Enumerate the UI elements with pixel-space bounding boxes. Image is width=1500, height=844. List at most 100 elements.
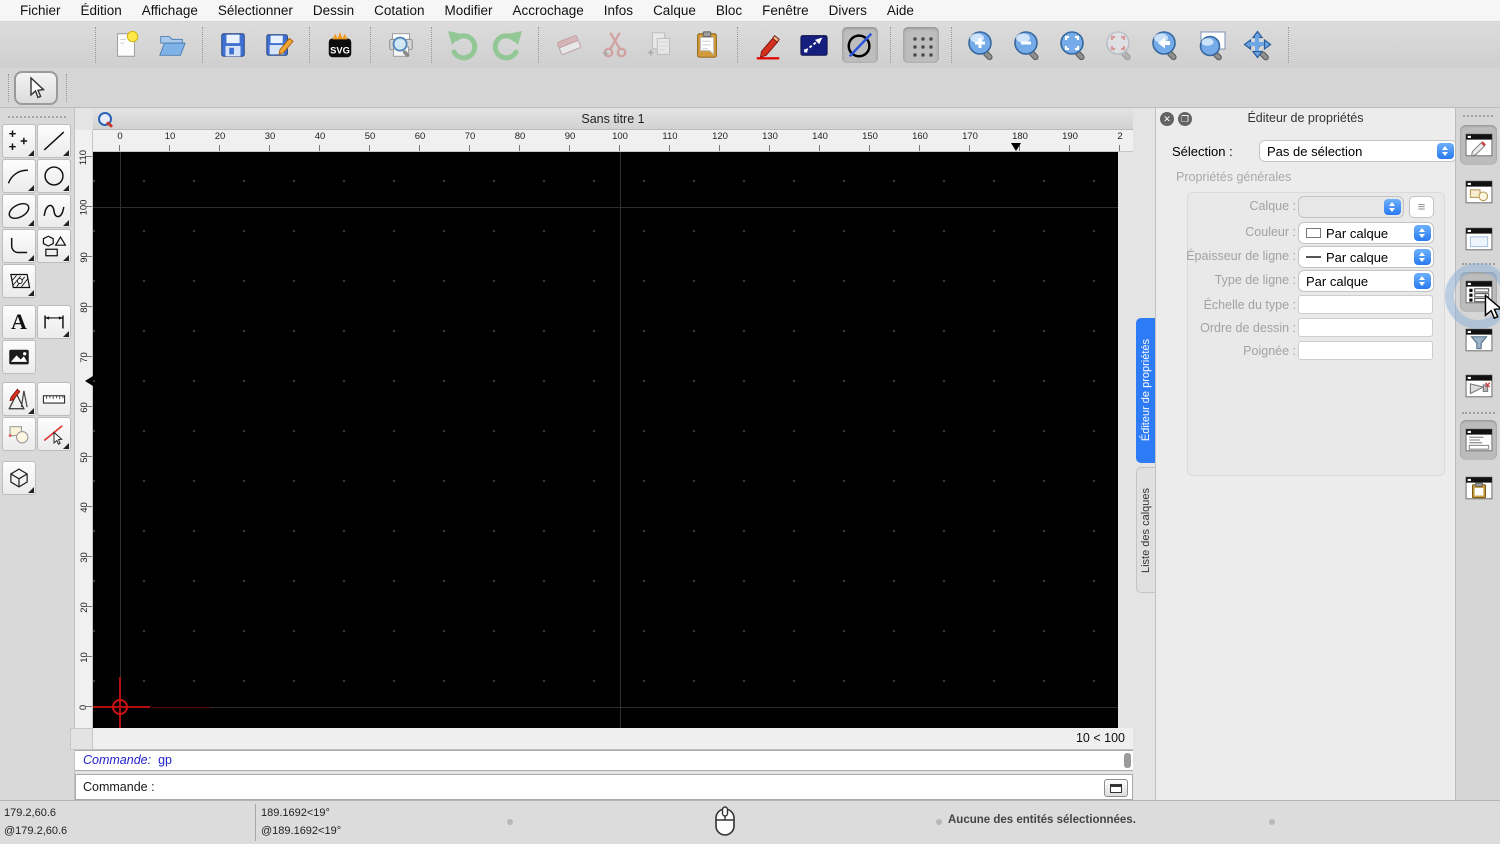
property-editor-panel-button[interactable] [1460, 125, 1497, 165]
command-input[interactable] [158, 777, 1132, 797]
menu-item[interactable]: Modifier [434, 0, 502, 22]
handle-input[interactable] [1298, 341, 1433, 360]
toolbar-separator [309, 27, 310, 63]
menu-item[interactable]: Sélectionner [208, 0, 303, 22]
tab-layer-list[interactable]: Liste des calques [1136, 467, 1155, 593]
arc-tools-button[interactable] [2, 159, 36, 193]
menu-item[interactable]: Calque [643, 0, 706, 22]
print-preview-button[interactable] [383, 27, 419, 63]
undo-button[interactable] [444, 27, 480, 63]
statusbar-separator [255, 804, 256, 841]
modify-tools-button[interactable] [37, 417, 71, 451]
line-tool-button[interactable] [796, 27, 832, 63]
paste-button[interactable] [689, 27, 725, 63]
zoom-window-button[interactable] [1194, 27, 1230, 63]
strip-separator [1462, 412, 1495, 414]
handle-row: Poignée : [1156, 341, 1456, 363]
svg-text:SVG: SVG [330, 45, 350, 55]
viewport-panel-button[interactable] [1460, 366, 1497, 406]
typescale-input[interactable] [1298, 295, 1433, 314]
menu-item[interactable]: Infos [594, 0, 643, 22]
selection-value: Pas de sélection [1267, 143, 1363, 159]
svg-export-button[interactable]: SVG [322, 27, 358, 63]
pointer-tool-button[interactable] [14, 71, 58, 105]
point-tools-icon [9, 130, 28, 150]
color-dropdown[interactable]: Par calque [1298, 222, 1434, 244]
selection-filter-panel-button[interactable] [1460, 172, 1497, 212]
zoom-previous-button[interactable] [1148, 27, 1184, 63]
layer-menu-button[interactable]: ≡ [1409, 196, 1434, 218]
menu-item[interactable]: Fenêtre [752, 0, 819, 22]
layer-row: Calque : ≡ [1156, 196, 1456, 218]
color-swatch [1306, 228, 1321, 238]
measure-tool-button[interactable] [37, 382, 71, 416]
open-file-button[interactable] [154, 27, 190, 63]
dropdown-stepper-icon [1437, 143, 1454, 159]
solid-box-icon [10, 468, 28, 488]
draw-pencil-button[interactable] [750, 27, 786, 63]
scrollbar-thumb[interactable] [1124, 753, 1131, 768]
mouse-buttons-icon [715, 806, 735, 836]
clipboard-panel-icon [1465, 476, 1492, 500]
ruler-label: 100 [612, 131, 628, 142]
draworder-input[interactable] [1298, 318, 1433, 337]
menu-item[interactable]: Fichier [10, 0, 71, 22]
selection-dropdown[interactable]: Pas de sélection [1259, 140, 1457, 162]
palette-drag-handle[interactable] [8, 116, 66, 118]
menu-item[interactable]: Accrochage [502, 0, 593, 22]
text-tool-button[interactable]: A [2, 305, 36, 339]
circle-tool-button[interactable] [842, 27, 878, 63]
ruler-label: 170 [962, 131, 978, 142]
ruler-label: 120 [712, 131, 728, 142]
toolbar-separator [1288, 27, 1289, 63]
misc-draw-tools-button[interactable] [2, 382, 36, 416]
tab-property-editor[interactable]: Éditeur de propriétés [1136, 318, 1155, 463]
zoom-out-button[interactable] [1010, 27, 1046, 63]
hatch-tool-button[interactable] [2, 264, 36, 298]
blank-panel-button[interactable] [1460, 219, 1497, 259]
dimension-tools-button[interactable] [37, 305, 71, 339]
point-tools-button[interactable] [2, 124, 36, 158]
command-history-panel-button[interactable] [1460, 420, 1497, 460]
linetype-dropdown[interactable]: Par calque [1298, 270, 1434, 292]
menu-item[interactable]: Édition [71, 0, 132, 22]
strip-drag-handle[interactable] [1463, 115, 1493, 117]
separator-dot [936, 819, 942, 825]
spline-tools-button[interactable] [37, 194, 71, 228]
color-label: Couleur : [1245, 225, 1296, 239]
menu-item[interactable]: Dessin [303, 0, 364, 22]
new-file-button[interactable] [108, 27, 144, 63]
ruler-label: 160 [912, 131, 928, 142]
clipboard-panel-button[interactable] [1460, 468, 1497, 508]
ellipse-tools-button[interactable] [2, 194, 36, 228]
menu-item[interactable]: Bloc [706, 0, 752, 22]
lineweight-dropdown[interactable]: Par calque [1298, 246, 1434, 268]
grid-toggle-button[interactable] [903, 27, 939, 63]
zoom-in-button[interactable] [964, 27, 1000, 63]
drawing-canvas[interactable] [93, 152, 1118, 728]
image-tool-button[interactable] [2, 340, 36, 374]
menu-item[interactable]: Aide [877, 0, 924, 22]
zoom-auto-button[interactable] [1056, 27, 1092, 63]
circle-tools-button[interactable] [37, 159, 71, 193]
document-title-bar[interactable]: Sans titre 1 [93, 108, 1133, 130]
pan-button[interactable] [1240, 27, 1276, 63]
layer-dropdown[interactable] [1298, 196, 1404, 218]
zoom-in-icon [968, 31, 993, 61]
ruler-label: 10 [164, 131, 176, 142]
shape-tools-button[interactable] [37, 229, 71, 263]
selection-tools-button[interactable] [2, 417, 36, 451]
command-history[interactable]: Commande: gp [75, 750, 1133, 771]
ruler-label: 50 [78, 451, 90, 463]
axis-line [150, 707, 210, 708]
save-as-button[interactable] [261, 27, 297, 63]
line-tools-button[interactable] [37, 124, 71, 158]
command-window-toggle-button[interactable] [1104, 779, 1128, 797]
menu-item[interactable]: Cotation [364, 0, 434, 22]
save-button[interactable] [215, 27, 251, 63]
menu-item[interactable]: Divers [819, 0, 877, 22]
solid-tools-button[interactable] [2, 461, 36, 495]
polyline-tools-button[interactable] [2, 229, 36, 263]
redo-button[interactable] [490, 27, 526, 63]
menu-item[interactable]: Affichage [132, 0, 208, 22]
